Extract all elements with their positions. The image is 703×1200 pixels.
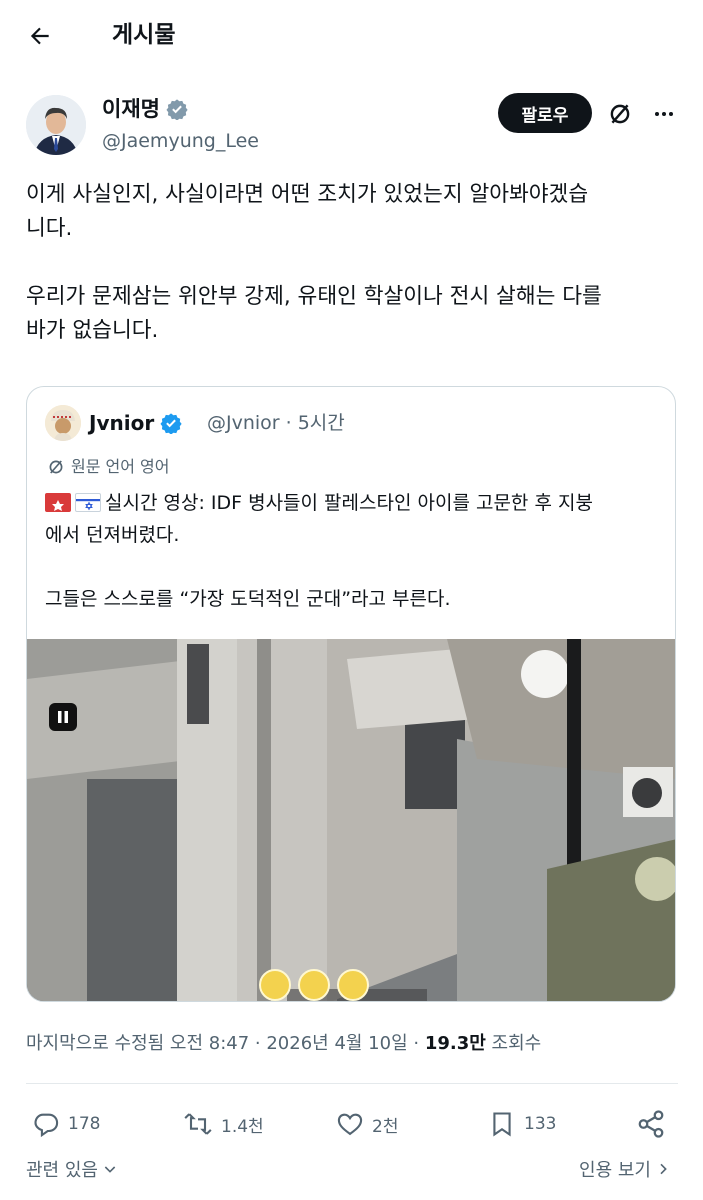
- quote-line: 그들은 스스로를 “가장 도덕적인 군대”라고 부른다.: [45, 588, 451, 610]
- grok-button[interactable]: [604, 98, 636, 130]
- quote-line: 에서 던져버렸다.: [45, 524, 180, 546]
- verified-badge-icon: [166, 99, 188, 120]
- post-line: 이게 사실인지, 사실이라면 어떤 조치가 있었는지 알아봐야겠습: [26, 182, 589, 207]
- reply-icon: [34, 1113, 59, 1138]
- repost-count: 1.4천: [221, 1116, 264, 1137]
- israel-flag-icon: [75, 493, 101, 512]
- reply-button[interactable]: 178: [32, 1104, 100, 1144]
- video-frame: [27, 639, 675, 1001]
- reply-count: 178: [68, 1114, 101, 1134]
- related-label: 관련 있음: [26, 1160, 98, 1181]
- pause-button[interactable]: [49, 703, 77, 731]
- share-icon: [638, 1110, 664, 1138]
- bookmark-button[interactable]: 133: [488, 1104, 556, 1144]
- post-line: 바가 없습니다.: [26, 318, 159, 343]
- quote-author-name-text: Jvnior: [89, 411, 155, 435]
- action-bar: 178 1.4천 2천 133: [0, 1104, 703, 1144]
- heart-icon: [337, 1113, 363, 1136]
- post-line: 우리가 문제삼는 위안부 강제, 유태인 학살이나 전시 살해는 다를: [26, 284, 602, 309]
- view-quotes-link[interactable]: 인용 보기: [579, 1156, 671, 1182]
- bookmark-count: 133: [524, 1114, 557, 1134]
- view-count: 19.3만: [424, 1033, 486, 1054]
- post-footer: 관련 있음 인용 보기: [0, 1156, 703, 1186]
- back-arrow-icon: [30, 27, 49, 45]
- post-meta: 마지막으로 수정됨 오전 8:47 · 2026년 4월 10일 · 19.3만…: [26, 1030, 541, 1058]
- grok-icon: [610, 104, 630, 124]
- author-avatar[interactable]: [26, 95, 86, 155]
- related-toggle[interactable]: 관련 있음: [26, 1156, 118, 1182]
- more-icon: [655, 112, 673, 116]
- post-timestamp[interactable]: 마지막으로 수정됨 오전 8:47 · 2026년 4월 10일 ·: [26, 1033, 425, 1054]
- translation-label-text: 원문 언어 영어: [71, 457, 170, 476]
- video-player[interactable]: [27, 639, 675, 1001]
- translation-label[interactable]: 원문 언어 영어: [47, 455, 170, 479]
- quote-text: 실시간 영상: IDF 병사들이 팔레스타인 아이를 고문한 후 지붕 에서 던…: [45, 487, 665, 615]
- repost-button[interactable]: 1.4천: [183, 1104, 264, 1144]
- share-button[interactable]: [636, 1104, 666, 1144]
- view-quotes-label: 인용 보기: [579, 1160, 651, 1181]
- laughing-emoji-icon: [259, 969, 291, 1001]
- grok-icon: [49, 460, 63, 474]
- post-line: 니다.: [26, 216, 73, 241]
- back-button[interactable]: [22, 18, 58, 54]
- author-name-text: 이재명: [102, 97, 160, 121]
- more-button[interactable]: [648, 98, 680, 130]
- view-count-label: 조회수: [485, 1033, 542, 1054]
- laughing-emoji-icon: [298, 969, 330, 1001]
- chevron-down-icon: [104, 1166, 116, 1173]
- chevron-right-icon: [660, 1163, 667, 1175]
- verified-badge-icon: [160, 413, 182, 434]
- siren-flag-icon: [45, 493, 71, 512]
- like-count: 2천: [372, 1116, 399, 1137]
- repost-icon: [184, 1113, 212, 1135]
- post-text: 이게 사실인지, 사실이라면 어떤 조치가 있었는지 알아봐야겠습 니다. 우리…: [26, 178, 681, 348]
- author-handle[interactable]: @Jaemyung_Lee: [102, 128, 259, 154]
- like-button[interactable]: 2천: [336, 1104, 398, 1144]
- quote-line: 실시간 영상: IDF 병사들이 팔레스타인 아이를 고문한 후 지붕: [105, 492, 593, 514]
- quote-author-name[interactable]: Jvnior: [89, 409, 182, 437]
- quoted-post[interactable]: Jvnior @Jvnior · 5시간 원문 언어 영어 실시간 영상: ID…: [26, 386, 676, 1002]
- pause-icon: [58, 711, 68, 723]
- laughing-emoji-icon: [337, 969, 369, 1001]
- top-header: 게시물: [0, 0, 703, 70]
- author-name[interactable]: 이재명: [102, 94, 188, 124]
- bookmark-icon: [493, 1112, 511, 1137]
- quote-avatar[interactable]: [45, 405, 81, 441]
- video-emoji-overlay: [259, 969, 369, 1001]
- divider: [26, 1083, 678, 1084]
- follow-button[interactable]: 팔로우: [498, 93, 592, 133]
- quote-handle-time: @Jvnior · 5시간: [207, 412, 345, 434]
- page-title: 게시물: [112, 22, 176, 48]
